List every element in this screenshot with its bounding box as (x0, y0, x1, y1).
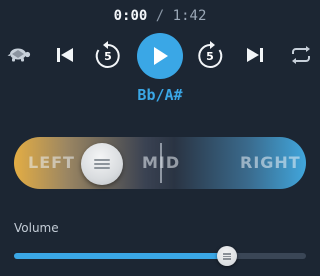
playback-controls: 5 5 (0, 30, 320, 80)
play-button[interactable] (137, 33, 183, 79)
volume-slider-fill (14, 253, 228, 259)
balance-slider[interactable]: LEFT MID RIGHT (14, 137, 306, 189)
turtle-icon (7, 45, 31, 65)
total-time: 1:42 (172, 8, 207, 24)
time-display: 0:00 / 1:42 (0, 8, 320, 28)
current-time: 0:00 (113, 8, 148, 24)
time-separator: / (155, 8, 165, 24)
skip-forward-seconds: 5 (206, 49, 214, 63)
skip-back-button[interactable]: 5 (93, 40, 123, 70)
repeat-icon (290, 45, 312, 65)
balance-slider-handle[interactable] (80, 143, 123, 185)
volume-slider[interactable] (14, 253, 306, 259)
skip-next-icon (246, 47, 264, 63)
previous-button[interactable] (52, 42, 78, 68)
volume-slider-handle[interactable] (217, 246, 238, 266)
balance-center-marker (160, 143, 162, 183)
skip-forward-button[interactable]: 5 (195, 40, 225, 70)
key-label: Bb/A# (137, 86, 183, 104)
volume-label: Volume (14, 221, 59, 235)
balance-right-label: RIGHT (240, 153, 301, 172)
next-button[interactable] (242, 42, 268, 68)
skip-back-seconds: 5 (104, 49, 112, 63)
balance-left-label: LEFT (28, 153, 75, 172)
skip-previous-icon (56, 47, 74, 63)
slow-speed-button[interactable] (6, 43, 32, 67)
repeat-button[interactable] (288, 42, 314, 68)
play-icon (151, 46, 169, 66)
